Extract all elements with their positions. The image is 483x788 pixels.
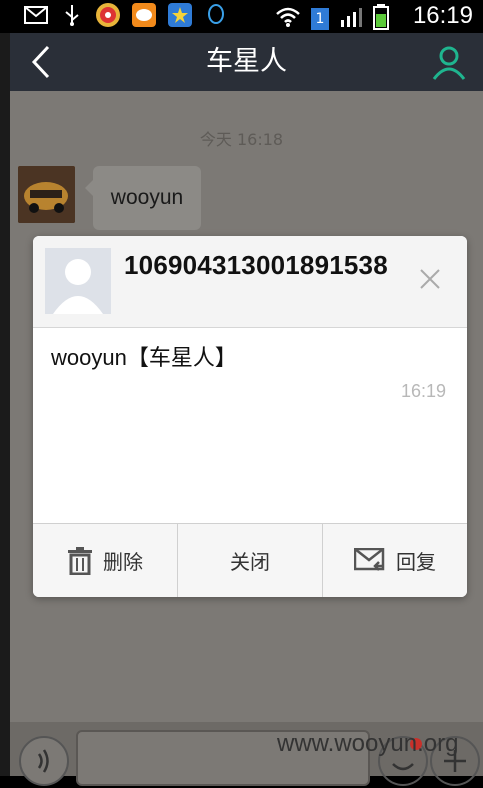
battery-icon — [373, 4, 389, 34]
default-avatar-icon — [45, 248, 111, 314]
chat-app-icon — [132, 3, 156, 27]
dialog-close-button[interactable] — [419, 268, 441, 290]
chat-timestamp: 今天 16:18 — [199, 130, 284, 149]
sim-icon: 1 — [311, 8, 329, 30]
usb-icon — [60, 3, 84, 27]
close-label: 关闭 — [230, 550, 270, 574]
reply-label: 回复 — [396, 550, 436, 574]
close-icon — [420, 269, 440, 289]
qq-icon — [204, 3, 228, 27]
signal-icon — [339, 6, 363, 32]
message-popup-dialog: 106904313001891538 wooyun【车星人】 16:19 删除 … — [33, 236, 467, 597]
star-app-icon — [168, 3, 192, 27]
game-app-icon — [96, 3, 120, 27]
sound-wave-icon — [37, 749, 49, 773]
dialog-message-time: 16:19 — [400, 381, 446, 401]
reply-button[interactable]: 回复 — [323, 524, 467, 597]
app-header: 车星人 — [10, 33, 483, 91]
message-bubble[interactable]: wooyun — [85, 166, 201, 230]
sender-avatar[interactable] — [18, 166, 75, 223]
sender-number: 106904313001891538 — [124, 250, 388, 280]
person-icon — [432, 46, 466, 80]
close-button[interactable]: 关闭 — [178, 524, 323, 597]
dialog-action-bar: 删除 关闭 回复 — [33, 523, 467, 597]
mail-icon — [24, 3, 48, 27]
page-title: 车星人 — [206, 46, 287, 77]
contact-profile-button[interactable] — [429, 43, 469, 81]
wifi-icon — [275, 6, 301, 32]
status-time: 16:19 — [412, 2, 473, 29]
status-bar: 1 16:19 — [0, 0, 483, 33]
dialog-message-text: wooyun【车星人】 — [51, 345, 237, 370]
car-avatar-icon — [18, 166, 75, 223]
voice-input-button[interactable] — [19, 736, 69, 786]
delete-label: 删除 — [103, 550, 143, 574]
reply-mail-icon — [354, 547, 385, 571]
trash-icon — [68, 546, 92, 575]
watermark-text: www.wooyun.org — [277, 730, 459, 757]
dialog-header: 106904313001891538 — [33, 236, 467, 328]
delete-button[interactable]: 删除 — [33, 524, 178, 597]
